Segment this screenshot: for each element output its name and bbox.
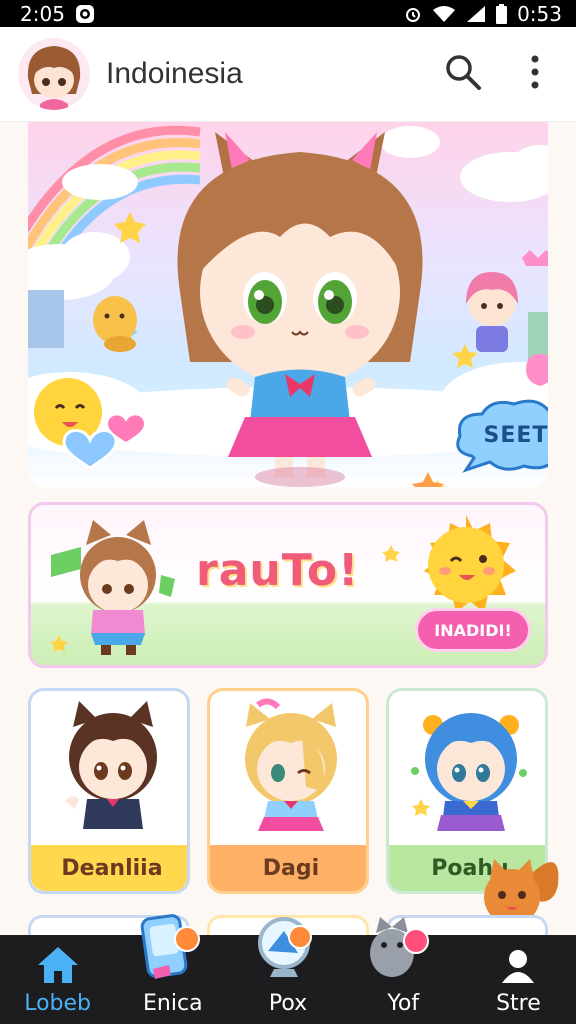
character-portrait-3 [411,713,527,831]
alarm-icon [404,5,422,23]
bottom-navigation: Lobeb Enica Pox Yof Stre [0,914,576,1024]
hero-illustration[interactable]: SEET [28,122,548,487]
globe-icon [254,913,318,983]
nav-item-pox[interactable]: Pox [230,917,345,1024]
profile-icon [499,947,537,985]
character-card-1[interactable]: Deanliia [28,688,190,894]
nav-label-yof: Yof [387,991,420,1016]
banner-title: rauTo! [196,545,360,596]
home-icon [36,945,80,985]
app-notification-icon [75,4,95,24]
status-bar: 2:05 0:53 [0,0,576,27]
nav-item-yof[interactable]: Yof [346,917,461,1024]
page-title: Indoinesia [106,57,243,90]
character-card-1-label: Deanliia [31,845,187,891]
more-options-button[interactable] [512,51,558,97]
nav-item-enica[interactable]: Enica [115,914,230,1024]
search-icon [444,53,482,96]
search-button[interactable] [440,51,486,97]
character-portrait-1 [65,701,157,829]
phone-game-icon [139,913,203,983]
nav-label-pox: Pox [268,991,308,1016]
status-clock: 0:53 [517,1,562,26]
nav-item-home[interactable]: Lobeb [0,935,115,1024]
character-portrait-2 [245,698,337,831]
nav-label-home: Lobeb [24,991,91,1016]
app-bar: Indoinesia [0,27,576,122]
promo-banner[interactable]: rauTo! INADIDI! [28,502,548,668]
avatar[interactable] [18,38,90,110]
character-card-2[interactable]: Dagi [207,688,369,894]
nav-label-enica: Enica [143,991,203,1016]
character-card-2-label: Dagi [210,845,366,891]
cat-icon [368,913,432,983]
nav-label-stre: Stre [496,991,541,1016]
battery-icon [496,3,508,24]
nav-item-stre[interactable]: Stre [461,935,576,1024]
more-vertical-icon [530,55,540,94]
seet-label: SEET [483,422,548,448]
status-time: 2:05 [20,1,65,26]
wifi-icon [432,5,456,23]
banner-pill-button[interactable]: INADIDI! [415,608,531,652]
seet-cloud-button[interactable]: SEET [452,396,548,474]
signal-icon [466,5,486,23]
